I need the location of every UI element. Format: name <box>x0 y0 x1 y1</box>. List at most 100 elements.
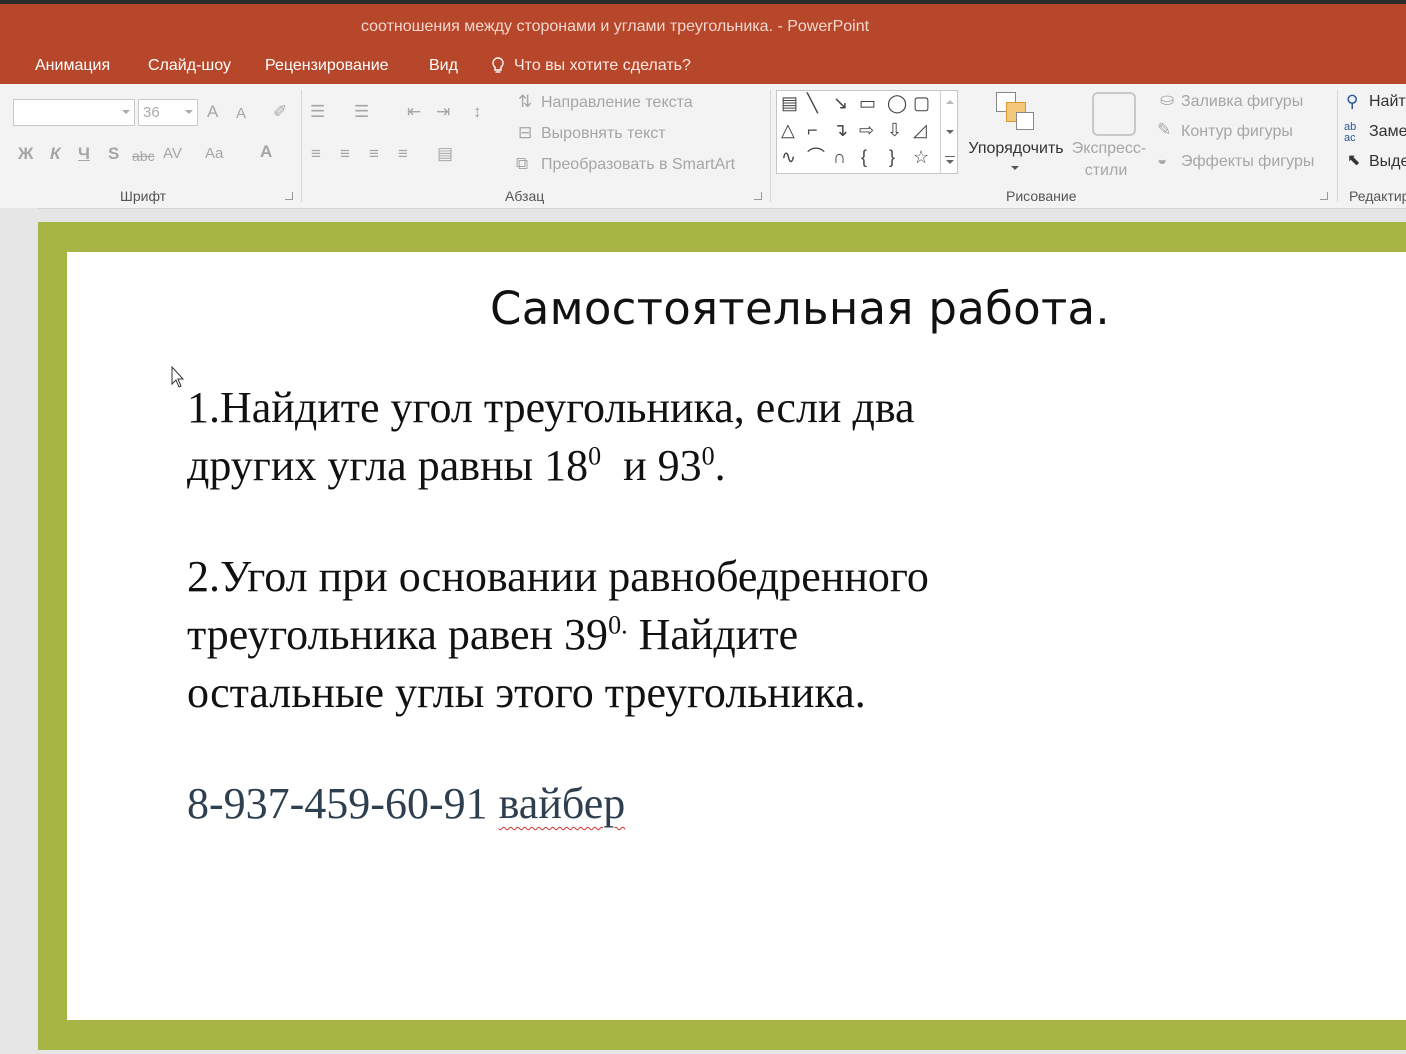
scroll-down-icon[interactable] <box>946 130 954 134</box>
group-separator <box>770 90 771 202</box>
shape-fill-button[interactable]: Заливка фигуры <box>1181 93 1303 111</box>
select-cursor-icon: ⬉ <box>1347 152 1361 169</box>
oval-shape-icon[interactable]: ◯ <box>887 93 907 113</box>
left-brace-icon[interactable]: { <box>861 147 867 167</box>
arrange-icon <box>996 92 1034 130</box>
mouse-pointer-icon <box>171 366 185 388</box>
font-color-button[interactable]: A <box>260 142 272 162</box>
task-1[interactable]: 1.Найдите угол треугольника, если два др… <box>187 379 915 495</box>
slide-pane-gutter <box>0 208 38 1054</box>
star-shape-icon[interactable]: ☆ <box>913 147 929 167</box>
change-case-button[interactable]: Aa <box>205 144 223 164</box>
group-separator <box>1337 90 1338 202</box>
arrow-line-shape-icon[interactable]: ↘ <box>833 93 848 113</box>
slide-content-area[interactable]: Самостоятельная работа. 1.Найдите угол т… <box>67 252 1406 1020</box>
lightbulb-icon <box>492 57 504 73</box>
rectangle-shape-icon[interactable]: ▭ <box>859 93 876 113</box>
shapes-gallery-scroll[interactable] <box>940 90 959 174</box>
align-right-icon[interactable]: ≡ <box>369 144 379 164</box>
text-direction-button[interactable]: Направление текста <box>541 94 693 112</box>
bold-button[interactable]: Ж <box>18 144 33 164</box>
clear-formatting-icon[interactable]: ✐ <box>273 102 287 122</box>
task-1-line-2: других угла равны 180 и 930. <box>187 441 726 490</box>
find-button[interactable]: Найт <box>1369 93 1406 111</box>
align-center-icon[interactable]: ≡ <box>340 144 350 164</box>
char-spacing-button[interactable]: AV <box>163 144 182 164</box>
elbow-connector-icon[interactable]: ⌐ <box>807 120 818 140</box>
elbow-arrow-icon[interactable]: ↴ <box>833 120 848 140</box>
triangle-shape-icon[interactable]: △ <box>781 120 795 140</box>
arc-shape-icon[interactable]: ⌒ <box>807 147 825 167</box>
font-size-box[interactable]: 36 <box>138 99 198 126</box>
group-label-font: Шрифт <box>120 188 167 204</box>
align-text-button[interactable]: Выровнять текст <box>541 125 666 143</box>
task-2-line-1: 2.Угол при основании равнобедренного <box>187 552 929 601</box>
align-left-icon[interactable]: ≡ <box>311 144 321 164</box>
columns-icon[interactable]: ▤ <box>437 144 453 164</box>
numbering-icon[interactable]: ☰ <box>354 102 369 122</box>
smartart-icon: ⧉ <box>516 154 529 173</box>
convert-smartart-button[interactable]: Преобразовать в SmartArt <box>541 156 735 174</box>
arrange-button[interactable]: Упорядочить <box>962 138 1070 160</box>
viber-label: вайбер <box>498 779 626 828</box>
shadow-button[interactable]: S <box>108 144 119 164</box>
ribbon-home: 36 A A ✐ Ж К Ч S abc AV Aa A Шрифт ☰ ☰ ⇤… <box>0 84 1406 209</box>
decrease-indent-icon[interactable]: ⇤ <box>407 102 421 122</box>
task-2-line-3: остальные углы этого треугольника. <box>187 668 866 717</box>
italic-button[interactable]: К <box>50 144 60 164</box>
down-arrow-shape-icon[interactable]: ⇩ <box>887 120 902 140</box>
rounded-rect-shape-icon[interactable]: ▢ <box>913 93 930 113</box>
dialog-launcher-icon[interactable] <box>285 192 293 200</box>
chevron-down-icon <box>1011 166 1019 170</box>
pencil-icon: ✎ <box>1157 120 1172 139</box>
bullets-icon[interactable]: ☰ <box>310 102 325 122</box>
paint-bucket-icon: ⛀ <box>1160 90 1175 109</box>
underline-button[interactable]: Ч <box>78 144 90 164</box>
replace-button[interactable]: Заме <box>1369 123 1406 141</box>
freeform-shape-icon[interactable]: ◿ <box>913 120 927 140</box>
tab-review[interactable]: Рецензирование <box>265 57 389 75</box>
font-name-box[interactable] <box>13 99 135 126</box>
shrink-font-icon[interactable]: A <box>236 104 246 124</box>
tab-slideshow[interactable]: Слайд-шоу <box>148 57 231 75</box>
increase-indent-icon[interactable]: ⇥ <box>436 102 450 122</box>
window-title: соотношения между сторонами и углами тре… <box>360 18 870 35</box>
justify-icon[interactable]: ≡ <box>398 144 408 164</box>
group-label-editing: Редактир <box>1349 188 1406 204</box>
quick-styles-button-line2[interactable]: стили <box>1066 160 1146 182</box>
contact-line[interactable]: 8-937-459-60-91 вайбер <box>187 778 625 829</box>
task-2[interactable]: 2.Угол при основании равнобедренного тре… <box>187 548 929 722</box>
align-text-icon: ⊟ <box>518 123 533 142</box>
slide-canvas[interactable]: Самостоятельная работа. 1.Найдите угол т… <box>38 222 1406 1050</box>
textbox-shape-icon[interactable]: ▤ <box>781 93 798 113</box>
grow-font-icon[interactable]: A <box>207 102 218 122</box>
right-arrow-shape-icon[interactable]: ⇨ <box>859 120 874 140</box>
quick-styles-icon <box>1092 92 1136 136</box>
task-2-line-2: треугольника равен 390. Найдите <box>187 610 799 659</box>
search-icon: ⚲ <box>1346 92 1359 111</box>
shape-effects-button[interactable]: Эффекты фигуры <box>1181 153 1314 171</box>
shape-outline-button[interactable]: Контур фигуры <box>1181 123 1293 141</box>
right-brace-icon[interactable]: } <box>889 147 895 167</box>
scribble-shape-icon[interactable]: ∿ <box>781 147 796 167</box>
slide-title[interactable]: Самостоятельная работа. <box>490 282 1250 335</box>
dialog-launcher-icon[interactable] <box>1320 192 1328 200</box>
select-button[interactable]: Выде <box>1369 153 1406 171</box>
line-shape-icon[interactable]: ╲ <box>807 93 818 113</box>
scroll-up-icon[interactable] <box>946 100 954 104</box>
tab-view[interactable]: Вид <box>429 57 458 75</box>
group-label-drawing: Рисование <box>1006 188 1077 204</box>
effects-icon: ◒ <box>1157 150 1168 169</box>
tab-animation[interactable]: Анимация <box>35 57 110 75</box>
replace-icon: ab ac <box>1344 121 1357 144</box>
strikethrough-button[interactable]: abc <box>132 146 155 166</box>
line-spacing-icon[interactable]: ↕ <box>473 102 482 122</box>
title-bar: соотношения между сторонами и углами тре… <box>0 4 1406 46</box>
tell-me-search[interactable]: Что вы хотите сделать? <box>514 57 691 75</box>
more-shapes-icon[interactable] <box>945 156 955 157</box>
curve-shape-icon[interactable]: ∩ <box>833 147 846 167</box>
shapes-gallery[interactable]: ▤ ╲ ↘ ▭ ◯ ▢ △ ⌐ ↴ ⇨ ⇩ ◿ ∿ ⌒ ∩ { } ☆ <box>776 90 958 174</box>
dialog-launcher-icon[interactable] <box>754 192 762 200</box>
phone-number: 8-937-459-60-91 <box>187 779 488 828</box>
quick-styles-button-line1[interactable]: Экспресс- <box>1066 138 1152 160</box>
